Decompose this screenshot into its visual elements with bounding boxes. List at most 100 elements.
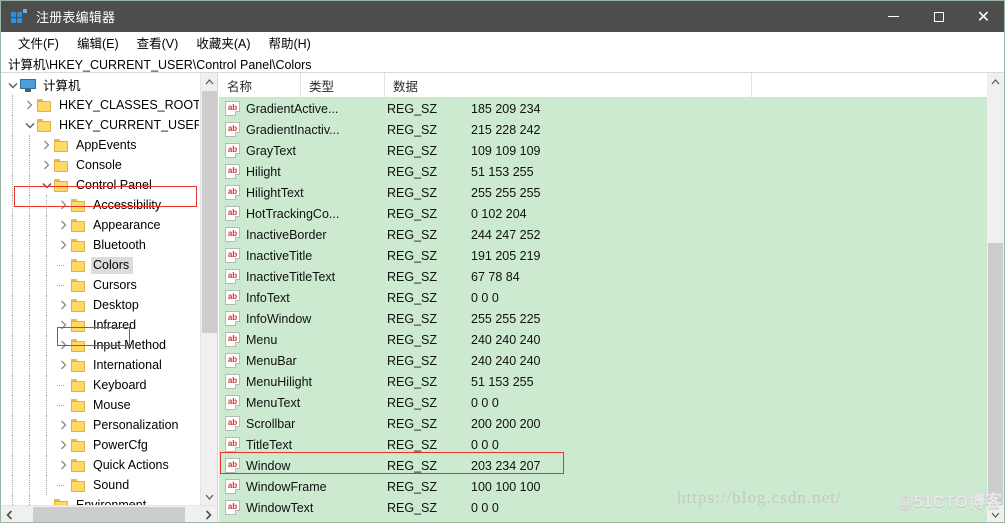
- chevron-right-icon[interactable]: [56, 295, 71, 315]
- table-row[interactable]: ab MenuBar REG_SZ 240 240 240: [219, 350, 987, 371]
- tree-hscroll-thumb[interactable]: [33, 507, 185, 522]
- table-row[interactable]: ab MenuHilight REG_SZ 51 153 255: [219, 371, 987, 392]
- tree-item-colors[interactable]: Colors: [1, 255, 199, 275]
- table-row[interactable]: ab Menu REG_SZ 240 240 240: [219, 329, 987, 350]
- tree-item-input-method[interactable]: Input Method: [1, 335, 199, 355]
- maximize-button[interactable]: [916, 1, 961, 32]
- list-vertical-scrollbar[interactable]: [987, 73, 1004, 522]
- tree-horizontal-scrollbar[interactable]: [1, 505, 217, 522]
- value-data: 185 209 234: [471, 101, 541, 116]
- tree-scroll-left-icon[interactable]: [1, 506, 18, 522]
- column-header-type[interactable]: 类型: [301, 73, 385, 97]
- tree-item-hkey-classes-root[interactable]: HKEY_CLASSES_ROOT: [1, 95, 199, 115]
- value-type: REG_SZ: [387, 458, 438, 473]
- menu-favorites[interactable]: 收藏夹(A): [187, 32, 259, 54]
- tree-guide-line: [46, 355, 48, 375]
- table-row[interactable]: ab Window REG_SZ 203 234 207: [219, 455, 987, 476]
- address-bar[interactable]: 计算机\HKEY_CURRENT_USER\Control Panel\Colo…: [1, 54, 1004, 73]
- tree-item-cursors[interactable]: Cursors: [1, 275, 199, 295]
- list-scroll-down-icon[interactable]: [987, 506, 1004, 522]
- tree-item-sound[interactable]: Sound: [1, 475, 199, 495]
- table-row[interactable]: ab MenuText REG_SZ 0 0 0: [219, 392, 987, 413]
- value-type: REG_SZ: [387, 101, 438, 116]
- list-scroll-up-icon[interactable]: [987, 73, 1004, 90]
- tree-item-hkey-current-user[interactable]: HKEY_CURRENT_USER: [1, 115, 199, 135]
- tree-item-label: AppEvents: [76, 137, 137, 152]
- tree-scroll-thumb[interactable]: [202, 91, 217, 333]
- chevron-right-icon[interactable]: [56, 415, 71, 435]
- table-row[interactable]: ab Hilight REG_SZ 51 153 255: [219, 161, 987, 182]
- tree-item-console[interactable]: Console: [1, 155, 199, 175]
- menu-edit[interactable]: 编辑(E): [68, 32, 128, 54]
- chevron-down-icon[interactable]: [22, 115, 37, 135]
- table-row[interactable]: ab TitleText REG_SZ 0 0 0: [219, 434, 987, 455]
- tree-item-mouse[interactable]: Mouse: [1, 395, 199, 415]
- value-name: InactiveBorder: [246, 227, 327, 242]
- close-button[interactable]: ✕: [961, 1, 1004, 32]
- chevron-down-icon[interactable]: [5, 75, 20, 95]
- table-row[interactable]: ab GradientInactiv... REG_SZ 215 228 242: [219, 119, 987, 140]
- table-row[interactable]: ab HotTrackingCo... REG_SZ 0 102 204: [219, 203, 987, 224]
- tree-item-desktop[interactable]: Desktop: [1, 295, 199, 315]
- table-row[interactable]: ab Scrollbar REG_SZ 200 200 200: [219, 413, 987, 434]
- list-scroll-thumb[interactable]: [988, 243, 1003, 505]
- chevron-right-icon[interactable]: [56, 455, 71, 475]
- table-row[interactable]: ab GradientActive... REG_SZ 185 209 234: [219, 98, 987, 119]
- folder-icon: [37, 118, 52, 132]
- chevron-right-icon[interactable]: [22, 95, 37, 115]
- tree-item-appevents[interactable]: AppEvents: [1, 135, 199, 155]
- tree-item-accessibility[interactable]: Accessibility: [1, 195, 199, 215]
- tree-item-personalization[interactable]: Personalization: [1, 415, 199, 435]
- chevron-down-icon[interactable]: [39, 175, 54, 195]
- value-name: InactiveTitle: [246, 248, 313, 263]
- tree-item-powercfg[interactable]: PowerCfg: [1, 435, 199, 455]
- tree-item-environment[interactable]: Environment: [1, 495, 199, 505]
- chevron-right-icon[interactable]: [56, 355, 71, 375]
- tree-item-appearance[interactable]: Appearance: [1, 215, 199, 235]
- table-row[interactable]: ab WindowFrame REG_SZ 100 100 100: [219, 476, 987, 497]
- menu-help[interactable]: 帮助(H): [259, 32, 319, 54]
- tree-item-bluetooth[interactable]: Bluetooth: [1, 235, 199, 255]
- chevron-right-icon[interactable]: [39, 155, 54, 175]
- chevron-right-icon[interactable]: [56, 235, 71, 255]
- chevron-right-icon[interactable]: [56, 215, 71, 235]
- table-row[interactable]: ab HilightText REG_SZ 255 255 255: [219, 182, 987, 203]
- chevron-right-icon[interactable]: [56, 335, 71, 355]
- chevron-right-icon[interactable]: [39, 135, 54, 155]
- tree-guide-line: [46, 335, 48, 355]
- tree-guide-line: [46, 375, 48, 395]
- tree-item-label: PowerCfg: [93, 437, 148, 452]
- tree-item-international[interactable]: International: [1, 355, 199, 375]
- tree-guide-line: [29, 275, 31, 295]
- tree-item-keyboard[interactable]: Keyboard: [1, 375, 199, 395]
- tree-item-quick-actions[interactable]: Quick Actions: [1, 455, 199, 475]
- minimize-button[interactable]: [871, 1, 916, 32]
- table-row[interactable]: ab InactiveTitleText REG_SZ 67 78 84: [219, 266, 987, 287]
- table-row[interactable]: ab GrayText REG_SZ 109 109 109: [219, 140, 987, 161]
- registry-tree: 计算机 HKEY_CLASSES_ROOT HKEY_CURRENT_USER App…: [1, 73, 199, 505]
- tree-item-infrared[interactable]: Infrared: [1, 315, 199, 335]
- tree-item-control-panel[interactable]: Control Panel: [1, 175, 199, 195]
- tree-guide-line: [12, 315, 14, 335]
- table-row[interactable]: ab InfoText REG_SZ 0 0 0: [219, 287, 987, 308]
- table-row[interactable]: ab InactiveBorder REG_SZ 244 247 252: [219, 224, 987, 245]
- menu-file[interactable]: 文件(F): [9, 32, 68, 54]
- reg-sz-icon: ab: [225, 164, 240, 179]
- tree-scroll-up-icon[interactable]: [201, 73, 217, 90]
- table-row[interactable]: ab InfoWindow REG_SZ 255 255 225: [219, 308, 987, 329]
- chevron-right-icon[interactable]: [56, 195, 71, 215]
- tree-item-[interactable]: 计算机: [1, 75, 199, 95]
- tree-scroll-right-icon[interactable]: [200, 506, 217, 522]
- column-header-data[interactable]: 数据: [385, 73, 752, 97]
- tree-vertical-scrollbar[interactable]: [200, 73, 217, 505]
- chevron-right-icon[interactable]: [56, 435, 71, 455]
- menu-view[interactable]: 查看(V): [128, 32, 188, 54]
- value-data: 0 0 0: [471, 437, 499, 452]
- table-row[interactable]: ab InactiveTitle REG_SZ 191 205 219: [219, 245, 987, 266]
- tree-item-label: Desktop: [93, 297, 139, 312]
- table-row[interactable]: ab WindowText REG_SZ 0 0 0: [219, 497, 987, 518]
- folder-icon: [54, 178, 69, 192]
- tree-scroll-down-icon[interactable]: [201, 488, 217, 505]
- chevron-right-icon[interactable]: [56, 315, 71, 335]
- column-header-name[interactable]: 名称: [219, 73, 301, 97]
